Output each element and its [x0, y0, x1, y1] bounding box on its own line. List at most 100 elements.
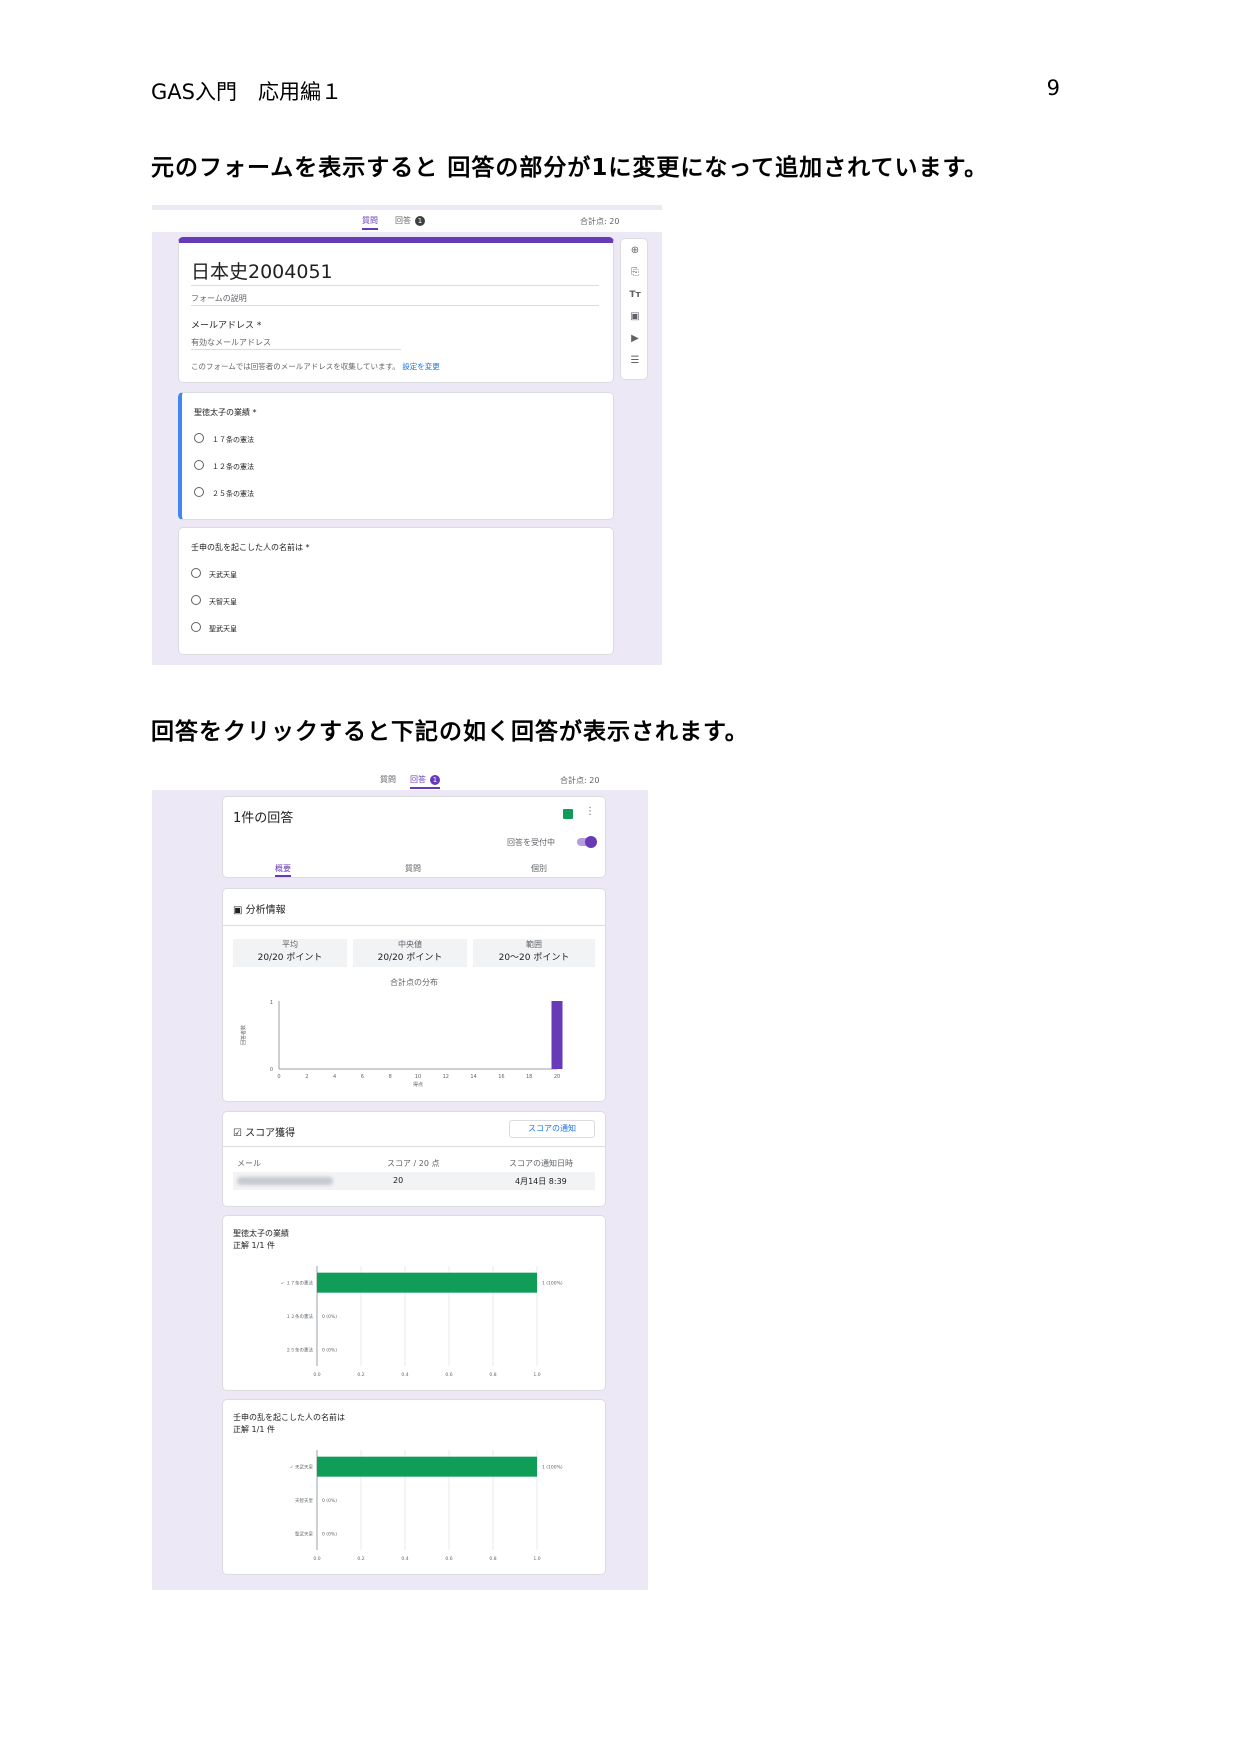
q1-correct-count: 正解 1/1 件	[233, 1241, 275, 1250]
category-label: 天智天皇	[295, 1497, 313, 1504]
response-count-badge: 1	[430, 775, 440, 785]
q1-option-1-radio[interactable]	[194, 433, 204, 443]
q1-option-3-radio[interactable]	[194, 487, 204, 497]
subtab-question[interactable]: 質問	[405, 863, 421, 874]
row-date: 4月14日 8:39	[515, 1177, 567, 1186]
q2-option-1-radio[interactable]	[191, 568, 201, 578]
page-number: 9	[1046, 76, 1060, 100]
row-score: 20	[393, 1176, 404, 1185]
x-tick-label: 20	[554, 1074, 560, 1080]
q2-option-3-radio[interactable]	[191, 622, 201, 632]
subtab-summary[interactable]: 概要	[275, 863, 291, 877]
q1-option-2-radio[interactable]	[194, 460, 204, 470]
distribution-title: 合計点の分布	[390, 978, 438, 987]
add-question-icon[interactable]: ⊕	[629, 245, 641, 257]
x-tick-label: 0.8	[489, 1372, 496, 1378]
x-tick-label: 1.0	[533, 1372, 540, 1378]
stat-median-label: 中央値	[398, 940, 422, 949]
email-placeholder: 有効なメールアドレス	[191, 338, 271, 347]
x-tick-label: 0.6	[445, 1372, 452, 1378]
x-tick-label: 10	[415, 1074, 421, 1080]
accepting-toggle[interactable]	[577, 836, 597, 848]
q1-option-2: １２条の憲法	[212, 463, 254, 471]
response-count-title: 1件の回答	[233, 811, 294, 826]
paragraph-2: 回答をクリックすると下記の如く回答が表示されます。	[151, 719, 749, 745]
notify-score-button[interactable]: スコアの通知	[509, 1120, 595, 1138]
x-tick-label: 0.4	[401, 1556, 408, 1562]
stat-median: 中央値 20/20 ポイント	[353, 939, 467, 967]
total-points: 合計点: 20	[560, 776, 600, 785]
q1-result-title: 聖徳太子の業績	[233, 1229, 289, 1238]
data-label: 1 (100%)	[542, 1465, 563, 1471]
bar	[317, 1272, 537, 1293]
q1-result-chart: 0.0 0.2 0.4 0.6 0.8 1.0 ✓ １７条の憲法 1 (100%) １２条の憲法…	[281, 1266, 563, 1378]
data-label: 0 (0%)	[322, 1347, 337, 1353]
score-card: ☑ スコア獲得 スコアの通知 メール スコア / 20 点 スコアの通知日時 2…	[222, 1111, 606, 1207]
category-label: ✓ 天武天皇	[290, 1464, 314, 1471]
form-description[interactable]: フォームの説明	[191, 293, 247, 304]
col-score: スコア / 20 点	[387, 1159, 440, 1168]
stat-range-value: 20～20 ポイント	[498, 953, 570, 963]
question-card-2[interactable]: 壬申の乱を起こした人の名前は * 天武天皇 天智天皇 聖武天皇	[178, 527, 614, 655]
col-email: メール	[237, 1159, 261, 1168]
more-options-icon[interactable]: ⋮	[585, 806, 595, 817]
x-tick-label: 2	[305, 1074, 308, 1080]
tab-responses-label: 回答	[395, 216, 411, 225]
y-tick-label: 1	[270, 1000, 273, 1006]
q2-option-3: 聖武天皇	[209, 625, 237, 633]
x-tick-label: 16	[498, 1074, 504, 1080]
x-tick-label: 8	[389, 1074, 392, 1080]
form-title[interactable]: 日本史2004051	[191, 257, 333, 284]
tab-questions[interactable]: 質問	[362, 215, 378, 230]
stat-mean-label: 平均	[282, 940, 298, 949]
question-card-1[interactable]: 聖徳太子の業績 * １７条の憲法 １２条の憲法 ２５条の憲法	[178, 392, 614, 520]
response-summary-card: 1件の回答 ⋮ 回答を受付中 概要 質問 個別	[222, 796, 606, 878]
score-heading-text: スコア獲得	[245, 1128, 296, 1139]
category-label: ２５条の憲法	[286, 1346, 313, 1353]
settings-link[interactable]: 設定を変更	[402, 362, 440, 371]
collect-email-note: このフォームでは回答者のメールアドレスを収集しています。 設定を変更	[191, 361, 440, 372]
data-label: 0 (0%)	[322, 1314, 337, 1320]
collect-note-text: このフォームでは回答者のメールアドレスを収集しています。	[191, 362, 400, 371]
form-side-toolbar: ⊕ ⎘ Tт ▣ ▶ ☰	[620, 238, 648, 380]
q2-option-2: 天智天皇	[209, 598, 237, 606]
tab-responses[interactable]: 回答 1	[410, 774, 440, 789]
x-axis-label: 得点	[413, 1081, 423, 1088]
insights-icon: ▣	[233, 905, 243, 916]
tab-questions[interactable]: 質問	[380, 774, 396, 785]
question-1-title: 聖徳太子の業績 *	[194, 408, 257, 417]
stat-mean: 平均 20/20 ポイント	[233, 939, 347, 967]
x-tick-label: 0.0	[313, 1372, 320, 1378]
q2-result-title: 壬申の乱を起こした人の名前は	[233, 1413, 345, 1422]
score-icon: ☑	[233, 1128, 242, 1139]
image-icon[interactable]: ▣	[629, 311, 641, 323]
x-tick-label: 0.2	[357, 1556, 364, 1562]
data-label: 0 (0%)	[322, 1498, 337, 1504]
subtab-individual[interactable]: 個別	[531, 863, 547, 874]
score-heading: ☑ スコア獲得	[233, 1124, 295, 1139]
x-tick-label: 0.8	[489, 1556, 496, 1562]
x-tick-label: 14	[470, 1074, 476, 1080]
q2-option-2-radio[interactable]	[191, 595, 201, 605]
title-text-icon[interactable]: Tт	[629, 289, 641, 301]
doc-header: GAS入門 応用編１	[151, 80, 342, 104]
q1-option-1: １７条の憲法	[212, 436, 254, 444]
bar	[317, 1456, 537, 1477]
question-2-result-card: 壬申の乱を起こした人の名前は 正解 1/1 件 0.0 0.2 0.4 0.6 0.8 1…	[222, 1399, 606, 1575]
sheets-icon[interactable]	[563, 809, 573, 819]
x-tick-label: 1.0	[533, 1556, 540, 1562]
y-tick-label: 0	[270, 1067, 273, 1073]
stat-mean-value: 20/20 ポイント	[257, 953, 323, 963]
data-label: 0 (0%)	[322, 1531, 337, 1537]
response-count-badge: 1	[415, 216, 425, 226]
video-icon[interactable]: ▶	[629, 333, 641, 345]
x-tick-label: 0	[277, 1074, 280, 1080]
section-icon[interactable]: ☰	[629, 355, 641, 367]
data-label: 1 (100%)	[542, 1281, 563, 1287]
stat-range-label: 範囲	[526, 940, 542, 949]
stat-median-value: 20/20 ポイント	[377, 953, 443, 963]
import-questions-icon[interactable]: ⎘	[629, 267, 641, 279]
tab-responses[interactable]: 回答 1	[395, 215, 425, 226]
q2-correct-count: 正解 1/1 件	[233, 1425, 275, 1434]
redacted-email	[237, 1177, 333, 1185]
